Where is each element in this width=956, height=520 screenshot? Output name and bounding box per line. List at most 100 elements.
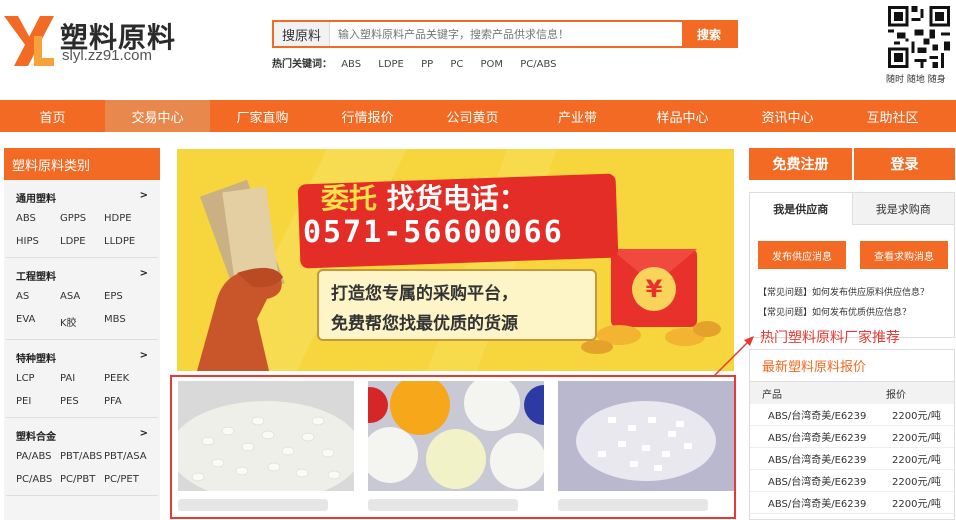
category-item[interactable]: EPS (104, 291, 158, 302)
category-group: 工程塑料 > AS ASA EPS EVA K胶 MBS (6, 258, 158, 340)
login-button[interactable]: 登录 (854, 148, 955, 180)
category-item[interactable]: LLDPE (104, 236, 158, 247)
register-button[interactable]: 免费注册 (749, 148, 852, 180)
category-name[interactable]: 通用塑料 (16, 190, 56, 205)
category-item[interactable]: AS (16, 291, 60, 302)
banner-line-2: 免费帮您找最优质的货源 (331, 314, 518, 334)
category-item[interactable]: MBS (104, 314, 158, 329)
category-item[interactable]: PBT/ASA (104, 451, 158, 462)
nav-item-trade-center[interactable]: 交易中心 (105, 100, 210, 132)
annotation-label: 热门塑料原料厂家推荐 (760, 330, 900, 346)
chevron-right-icon[interactable]: > (140, 428, 148, 443)
category-item[interactable]: PC/ABS (16, 474, 60, 485)
hot-keyword-link[interactable]: POM (481, 59, 504, 70)
category-item[interactable]: HDPE (104, 213, 158, 224)
category-item[interactable]: HIPS (16, 236, 60, 247)
product-card[interactable] (558, 381, 734, 517)
product-caption-blurred (178, 499, 328, 511)
nav-item-home[interactable]: 首页 (0, 100, 105, 132)
search-type-select[interactable]: 搜原料 (274, 22, 330, 46)
search-bar: 搜原料 搜索 (272, 20, 738, 48)
tab-supplier[interactable]: 我是供应商 (750, 193, 853, 225)
chevron-right-icon[interactable]: > (140, 190, 148, 205)
category-item[interactable]: EVA (16, 314, 60, 329)
category-item[interactable]: K胶 (60, 314, 104, 329)
price-product: ABS/台湾奇美/E6239 (768, 411, 867, 422)
price-product: ABS/台湾奇美/E6239 (768, 455, 867, 466)
search-input[interactable] (330, 22, 682, 46)
nav-item-samples[interactable]: 样品中心 (630, 100, 735, 132)
product-image (558, 381, 734, 491)
price-value: 2200元/吨 (892, 455, 941, 466)
category-name[interactable]: 工程塑料 (16, 268, 56, 283)
qr-caption: 随时 随地 随身 (886, 75, 946, 85)
category-item[interactable]: ASA (60, 291, 104, 302)
price-panel: 最新塑料原料报价 产品 报价 ABS/台湾奇美/E6239 2200元/吨 AB… (749, 349, 955, 520)
price-product: ABS/台湾奇美/E6239 (768, 477, 867, 488)
banner-title-highlight: 委托 (321, 182, 378, 215)
category-group: 塑料合金 > PA/ABS PBT/ABS PBT/ASA PC/ABS PC/P… (6, 418, 158, 496)
category-item[interactable]: PC/PET (104, 474, 158, 485)
nav-item-market-quotes[interactable]: 行情报价 (315, 100, 420, 132)
price-value: 2200元/吨 (892, 433, 941, 444)
category-item[interactable]: PES (60, 396, 104, 407)
faq-link[interactable]: 【常见问题】如何发布供应原料供应信息？ (758, 285, 929, 298)
category-item[interactable]: PEEK (104, 373, 158, 384)
nav-item-yellow-pages[interactable]: 公司黄页 (420, 100, 525, 132)
banner-line-1: 打造您专属的采购平台， (331, 284, 518, 304)
category-item[interactable]: LCP (16, 373, 60, 384)
price-row[interactable]: ABS/台湾奇美/E6239 2200元/吨 (750, 470, 954, 492)
product-card[interactable] (178, 381, 354, 517)
category-group: 特种塑料 > LCP PAI PEEK PEI PES PFA (6, 340, 158, 418)
category-item[interactable]: PAI (60, 373, 104, 384)
category-name[interactable]: 特种塑料 (16, 350, 56, 365)
hot-keyword-link[interactable]: PC (450, 59, 463, 70)
category-item[interactable]: LDPE (60, 236, 104, 247)
price-row[interactable]: ABS/台湾奇美/E6239 2200元/吨 (750, 404, 954, 426)
view-purchase-button[interactable]: 查看求购消息 (860, 241, 948, 269)
category-item[interactable]: GPPS (60, 213, 104, 224)
hot-keywords: 热门关键词： ABS LDPE PP PC POM PC/ABS (272, 55, 571, 70)
category-name[interactable]: 塑料合金 (16, 428, 56, 443)
main-nav: 首页 交易中心 厂家直购 行情报价 公司黄页 产业带 样品中心 资讯中心 互助社… (0, 100, 956, 132)
banner-title: 委托 找货电话： (321, 177, 527, 217)
price-product: ABS/台湾奇美/E6239 (768, 433, 867, 444)
hot-keyword-link[interactable]: PP (421, 59, 433, 70)
col-product: 产品 (762, 389, 782, 401)
category-item[interactable]: PBT/ABS (60, 451, 104, 462)
category-item[interactable]: PFA (104, 396, 158, 407)
user-panel: 我是供应商 我是求购商 发布供应消息 查看求购消息 【常见问题】如何发布供应原料… (749, 192, 955, 338)
hot-keyword-link[interactable]: PC/ABS (520, 59, 556, 70)
banner-title-text: 找货电话： (386, 182, 527, 215)
category-item[interactable]: PC/PBT (60, 474, 104, 485)
nav-item-factory-direct[interactable]: 厂家直购 (210, 100, 315, 132)
product-card[interactable] (368, 381, 544, 517)
product-caption-blurred (368, 499, 518, 511)
site-logo[interactable]: 塑料原料 slyl.zz91.com (4, 14, 175, 70)
category-item[interactable]: PEI (16, 396, 60, 407)
price-row[interactable]: ABS/台湾奇美/E6239 2200元/吨 (750, 426, 954, 448)
chevron-right-icon[interactable]: > (140, 350, 148, 365)
price-row[interactable]: ABS/台湾奇美/E6239 2200元/吨 (750, 448, 954, 470)
nav-item-industry-belt[interactable]: 产业带 (525, 100, 630, 132)
chevron-right-icon[interactable]: > (140, 268, 148, 283)
search-button[interactable]: 搜索 (682, 22, 736, 46)
tab-buyer[interactable]: 我是求购商 (852, 193, 954, 225)
col-price: 报价 (886, 389, 906, 401)
nav-item-news[interactable]: 资讯中心 (735, 100, 840, 132)
price-value: 2200元/吨 (892, 411, 941, 422)
product-caption-blurred (558, 499, 708, 511)
hot-keyword-link[interactable]: ABS (341, 59, 361, 70)
category-item[interactable]: PA/ABS (16, 451, 60, 462)
price-row[interactable]: ABS/台湾奇美/E6239 2200元/吨 (750, 492, 954, 514)
hot-keyword-link[interactable]: LDPE (378, 59, 404, 70)
category-item[interactable]: ABS (16, 213, 60, 224)
nav-item-community[interactable]: 互助社区 (840, 100, 945, 132)
promo-banner[interactable]: ¥ 委托 找货电话： 0571-56600066 打造您专属的采购平台， 免费帮… (177, 149, 734, 371)
yuan-symbol: ¥ (646, 275, 663, 303)
price-title[interactable]: 最新塑料原料报价 (750, 350, 954, 382)
hot-keywords-label: 热门关键词： (272, 59, 332, 70)
price-value: 2200元/吨 (892, 477, 941, 488)
publish-supply-button[interactable]: 发布供应消息 (758, 241, 846, 269)
faq-link[interactable]: 【常见问题】如何发布优质供应信息？ (758, 305, 911, 318)
